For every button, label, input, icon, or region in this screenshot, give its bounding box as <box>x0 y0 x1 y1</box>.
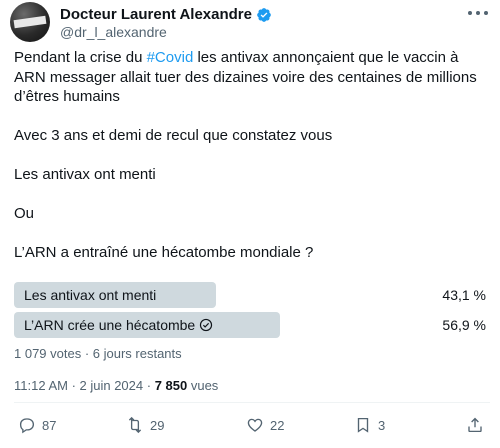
tweet-header: Docteur Laurent Alexandre @dr_l_alexandr… <box>10 2 490 42</box>
views-count: 7 850 <box>154 378 188 393</box>
author-name[interactable]: Docteur Laurent Alexandre <box>60 6 252 23</box>
tweet-paragraph-2: Avec 3 ans et demi de recul que constate… <box>14 127 333 144</box>
repost-button[interactable]: 29 <box>126 416 164 434</box>
action-bar: 87 29 22 3 <box>14 414 490 440</box>
repost-icon <box>128 416 142 434</box>
tweet-timestamp[interactable]: 11:12 AM · 2 juin 2024 · 7 850 vues <box>14 378 218 393</box>
poll-option-percent: 43,1 % <box>442 287 486 303</box>
author-handle[interactable]: @dr_l_alexandre <box>60 24 167 40</box>
check-circle-icon <box>200 318 213 332</box>
reply-icon <box>19 418 35 434</box>
share-icon <box>468 417 482 433</box>
like-icon <box>247 418 263 432</box>
poll-option-label: L’ARN crée une hécatombe <box>24 317 213 333</box>
tweet-text: Pendant la crise du #Covid les antivax a… <box>14 48 490 263</box>
verified-badge-icon <box>257 7 271 22</box>
poll-meta: 1 079 votes · 6 jours restants <box>14 346 182 361</box>
tweet-paragraph-5: L’ARN a entraîné une hécatombe mondiale … <box>14 244 314 261</box>
like-button[interactable]: 22 <box>246 416 284 434</box>
poll-option-percent: 56,9 % <box>442 317 486 333</box>
author-name-row: Docteur Laurent Alexandre <box>60 6 272 23</box>
poll-option-label: Les antivax ont menti <box>24 287 157 303</box>
reply-button[interactable]: 87 <box>18 416 56 434</box>
bookmark-button[interactable]: 3 <box>354 416 385 434</box>
tweet-paragraph-3: Les antivax ont menti <box>14 166 156 183</box>
tweet-paragraph-1: Pendant la crise du #Covid les antivax a… <box>14 49 477 105</box>
hashtag-link[interactable]: #Covid <box>147 49 194 66</box>
poll-option-1: Les antivax ont menti 43,1 % <box>14 282 490 308</box>
poll-option-2: L’ARN crée une hécatombe 56,9 % <box>14 312 490 338</box>
bookmark-icon <box>357 417 369 433</box>
more-icon[interactable] <box>468 8 488 18</box>
divider <box>14 402 490 403</box>
avatar[interactable] <box>10 2 50 42</box>
share-button[interactable] <box>466 416 484 434</box>
tweet-paragraph-4: Ou <box>14 205 35 222</box>
